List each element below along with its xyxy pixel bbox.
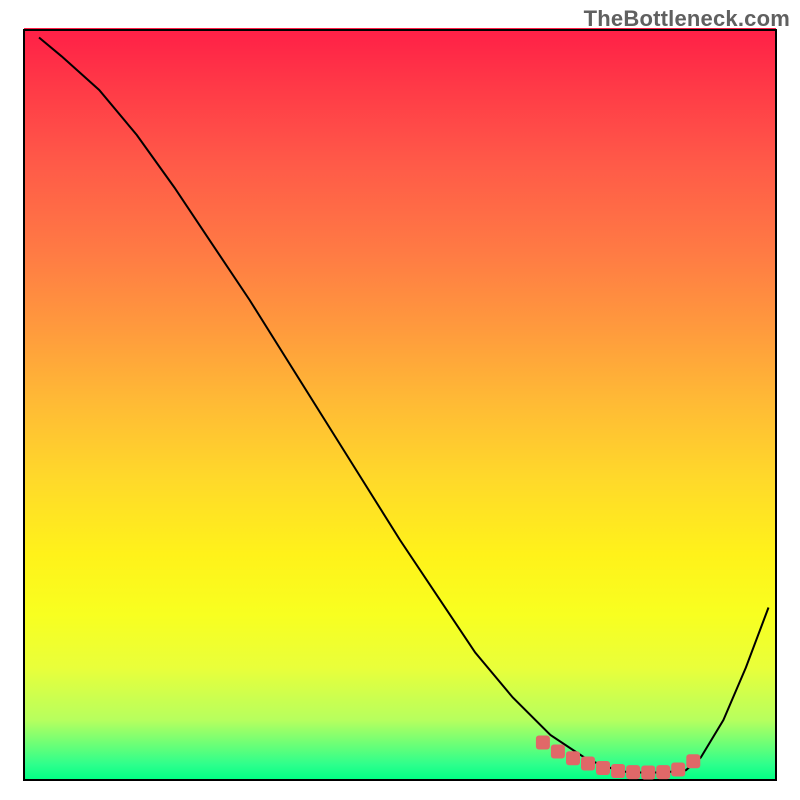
bottom-marker — [671, 763, 685, 777]
bottleneck-curve — [39, 38, 769, 773]
plot-frame — [24, 30, 776, 780]
bottom-marker — [596, 761, 610, 775]
bottom-marker — [566, 751, 580, 765]
bottom-marker — [551, 745, 565, 759]
bottom-marker — [581, 757, 595, 771]
bottom-marker — [656, 765, 670, 779]
bottom-marker — [686, 754, 700, 768]
chart-canvas: TheBottleneck.com — [0, 0, 800, 800]
bottom-marker — [536, 736, 550, 750]
bottom-marker — [611, 764, 625, 778]
plot-svg — [0, 0, 800, 800]
bottom-marker — [626, 765, 640, 779]
watermark-text: TheBottleneck.com — [584, 6, 790, 32]
bottom-marker — [641, 766, 655, 780]
